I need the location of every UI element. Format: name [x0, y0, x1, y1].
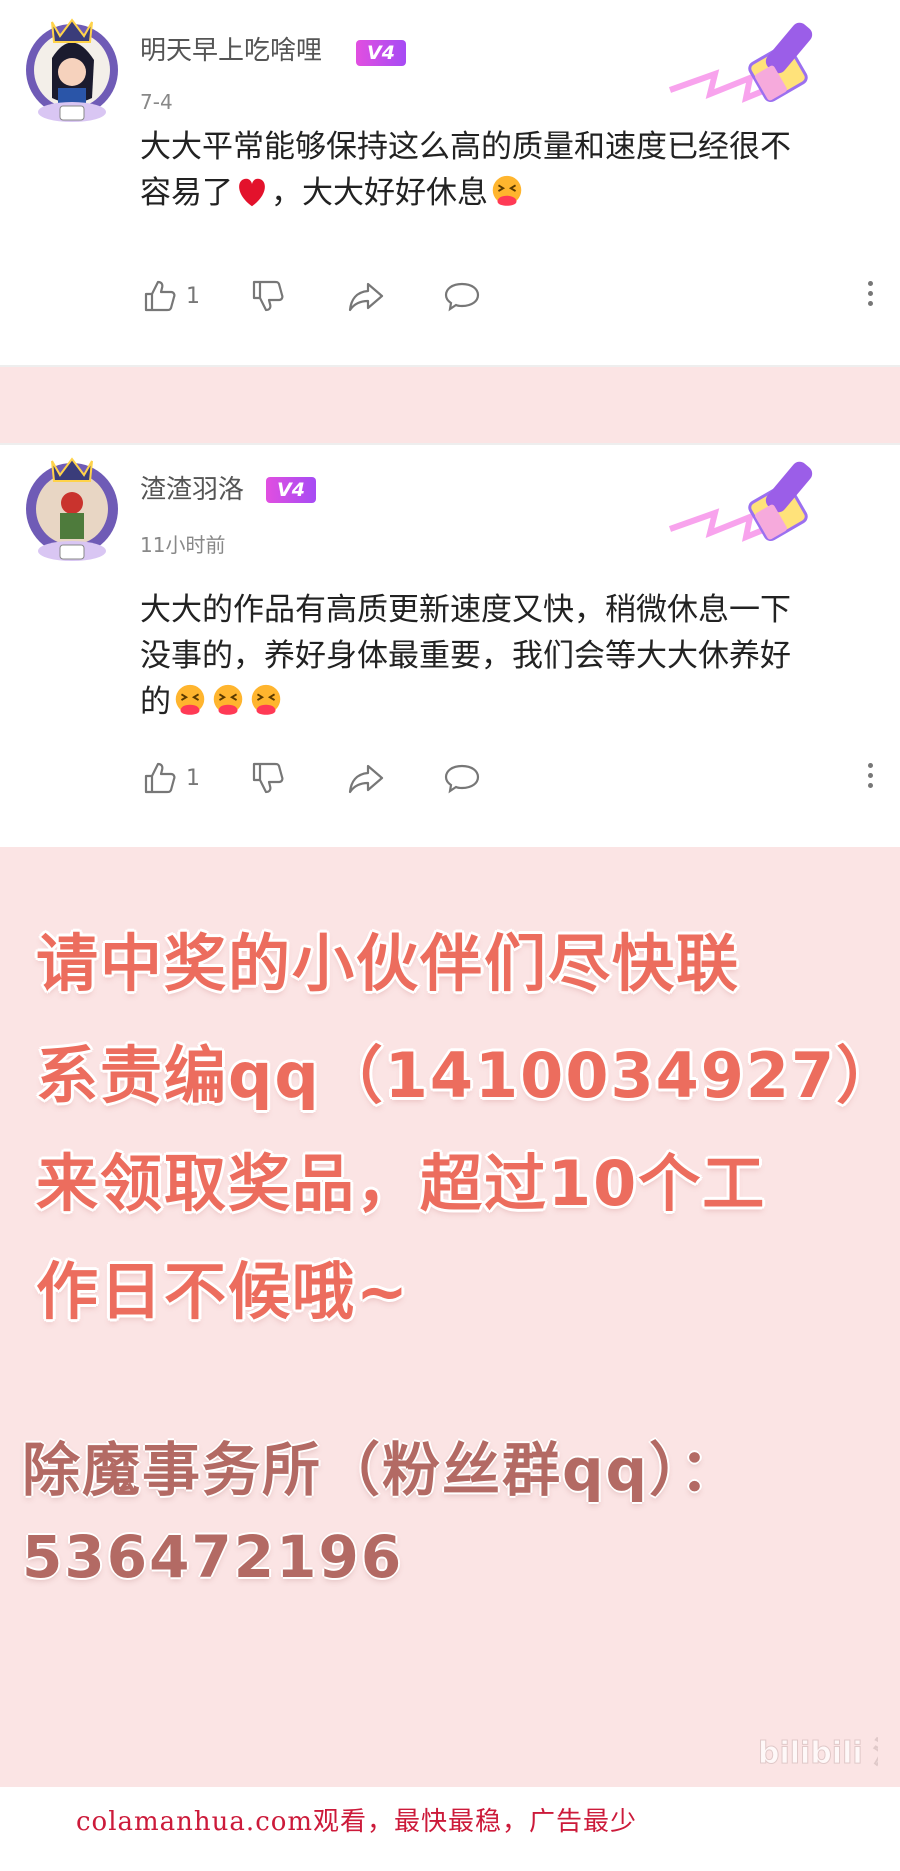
red-heart-emoji-icon — [239, 178, 265, 207]
prize-notice-panel: 请中奖的小伙伴们尽快联 系责编qq（1410034927） 来领取奖品，超过10… — [0, 847, 900, 1787]
user-avatar[interactable] — [14, 447, 130, 563]
brush-decoration-icon — [668, 22, 813, 103]
comment-line: 的 — [140, 684, 171, 720]
thumbs-up-icon — [144, 762, 176, 794]
comment-time: 7-4 — [140, 90, 173, 114]
thumbs-down-icon — [252, 280, 284, 312]
dislike-button[interactable] — [248, 276, 288, 316]
comment-actions: 1 — [140, 276, 880, 316]
more-vertical-icon[interactable] — [860, 758, 880, 798]
comment-line: 大大的作品有高质更新速度又快，稍微休息一下 — [140, 592, 791, 628]
comment-line: ，大大好好休息 — [271, 175, 488, 211]
dislike-button[interactable] — [248, 758, 288, 798]
comment-text: 大大平常能够保持这么高的质量和速度已经很不 容易了 ，大大好好休息 — [140, 124, 870, 216]
level-badge: V4 — [266, 477, 316, 503]
level-badge: V4 — [356, 40, 406, 66]
reply-icon — [444, 282, 480, 312]
hugging-face-emoji-icon — [175, 684, 205, 715]
thumbs-up-icon — [144, 280, 176, 312]
comment-text: 大大的作品有高质更新速度又快，稍微休息一下 没事的，养好身体最重要，我们会等大大… — [140, 587, 870, 725]
divider-band — [0, 367, 900, 443]
notice-line: 来领取奖品，超过10个工 — [36, 1147, 767, 1220]
hugging-face-emoji-icon — [492, 175, 522, 206]
notice-line: 请中奖的小伙伴们尽快联 — [36, 927, 741, 1000]
comment-card: 明天早上吃啥哩 V4 7-4 大大平常能够保持这么高的质量和速度已经很不 容易了… — [0, 0, 900, 367]
watermark-text: bilibili 漫画 — [758, 1736, 878, 1771]
bilibili-manga-watermark-icon: bilibili 漫画 — [758, 1736, 878, 1772]
reply-button[interactable] — [442, 758, 482, 798]
username[interactable]: 渣渣羽洛 — [140, 469, 244, 506]
comment-line: 大大平常能够保持这么高的质量和速度已经很不 — [140, 129, 791, 165]
reply-button[interactable] — [442, 276, 482, 316]
like-count: 1 — [186, 283, 200, 309]
brush-decoration-icon — [668, 461, 813, 542]
hugging-face-emoji-icon — [213, 684, 243, 715]
comment-time: 11小时前 — [140, 533, 226, 557]
like-button[interactable]: 1 — [140, 758, 200, 798]
share-button[interactable] — [346, 758, 386, 798]
hugging-face-emoji-icon — [251, 684, 281, 715]
footer: colamanhua.com观看，最快最稳，广告最少 — [0, 1787, 900, 1871]
share-icon — [348, 764, 384, 794]
comment-line: 容易了 — [140, 175, 233, 211]
like-count: 1 — [186, 765, 200, 791]
share-button[interactable] — [346, 276, 386, 316]
comment-card: 渣渣羽洛 V4 11小时前 大大的作品有高质更新速度又快，稍微休息一下 没事的，… — [0, 443, 900, 849]
thumbs-down-icon — [252, 762, 284, 794]
like-button[interactable]: 1 — [140, 276, 200, 316]
share-icon — [348, 282, 384, 312]
more-vertical-icon[interactable] — [860, 276, 880, 316]
footer-text[interactable]: colamanhua.com观看，最快最稳，广告最少 — [76, 1801, 637, 1838]
user-avatar[interactable] — [14, 8, 130, 124]
notice-line: 系责编qq（1410034927） — [36, 1039, 900, 1112]
username[interactable]: 明天早上吃啥哩 — [140, 30, 322, 67]
fan-group-number: 536472196 — [22, 1523, 404, 1591]
fan-group-line: 除魔事务所（粉丝群qq）： — [22, 1436, 741, 1504]
reply-icon — [444, 764, 480, 794]
notice-line: 作日不候哦~ — [36, 1255, 410, 1328]
comment-line: 没事的，养好身体最重要，我们会等大大休养好 — [140, 638, 791, 674]
comment-actions: 1 — [140, 758, 880, 798]
